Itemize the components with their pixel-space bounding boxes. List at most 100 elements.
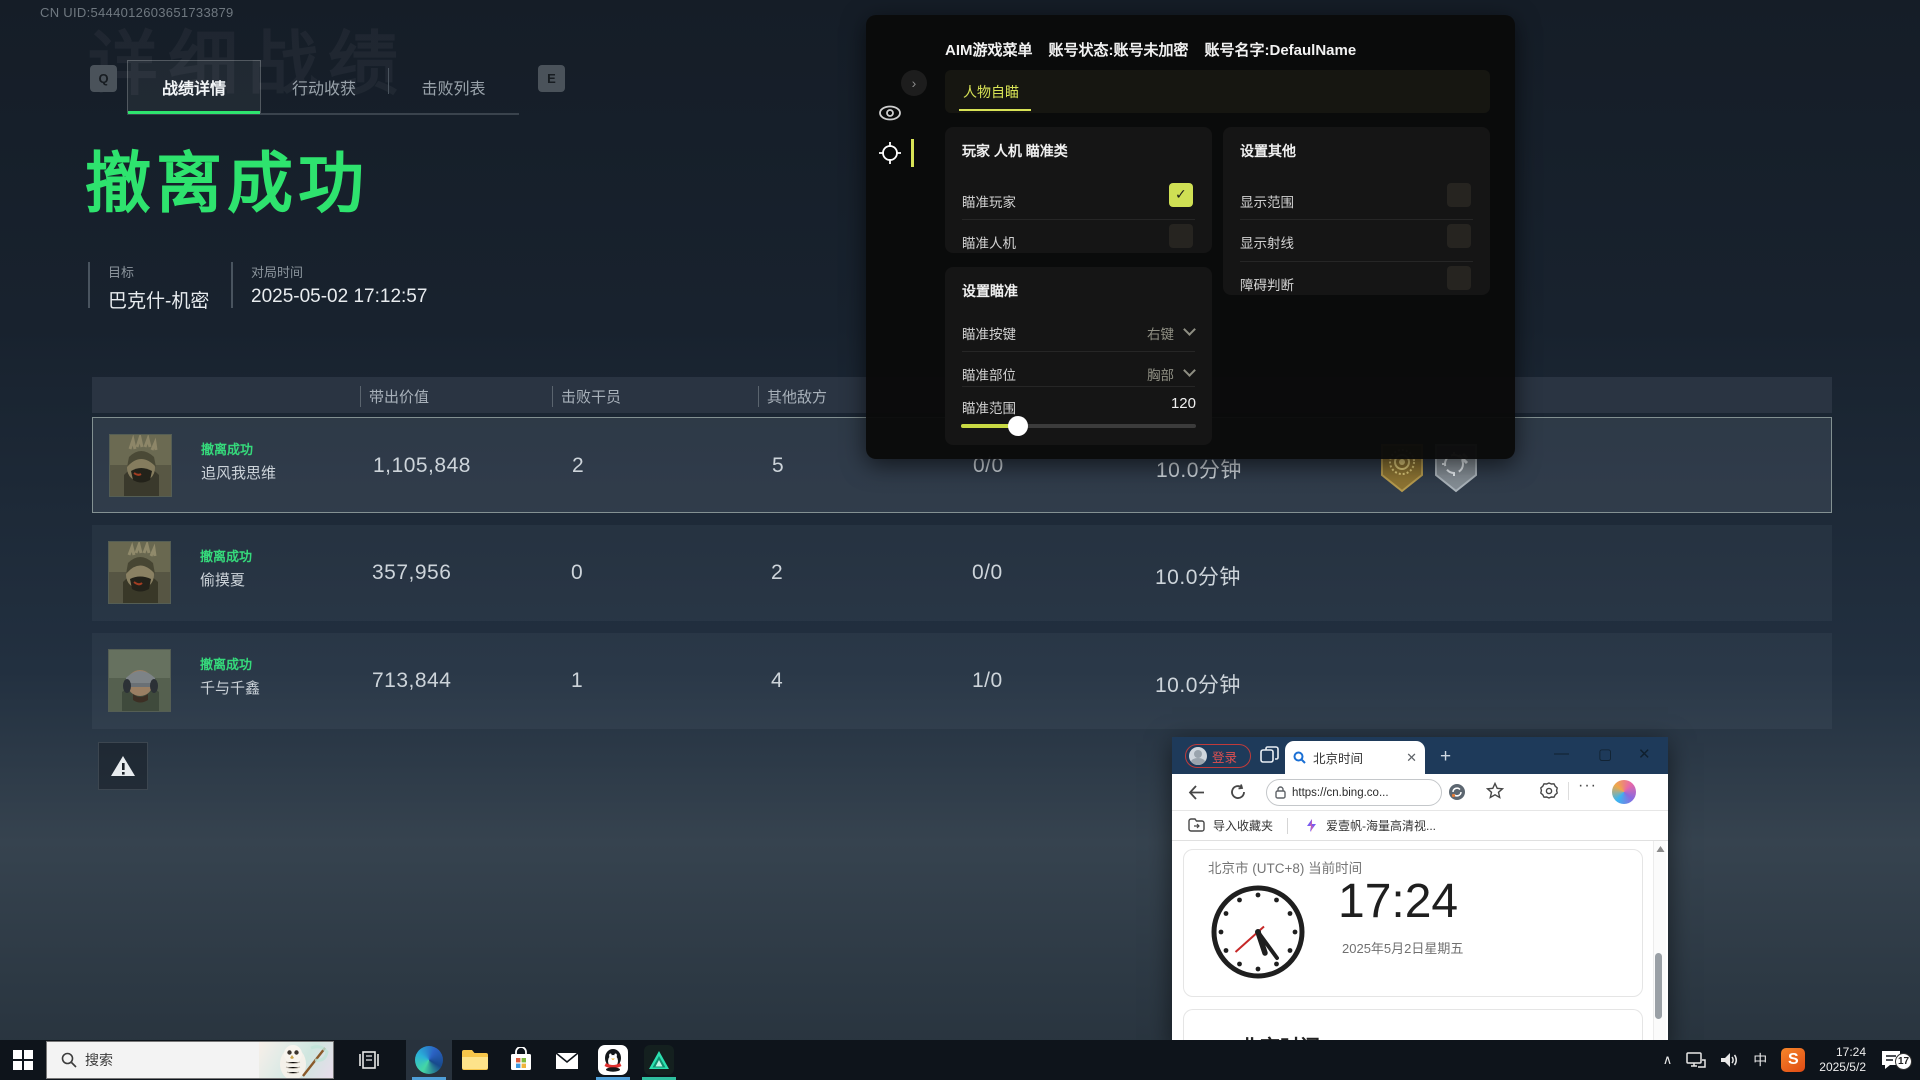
window-close-button[interactable]: ✕ (1638, 745, 1651, 763)
col-header-others: 其他敌方 (758, 386, 827, 407)
show-range-checkbox[interactable] (1447, 183, 1471, 207)
taskbar-mail-icon[interactable] (544, 1040, 590, 1080)
taskbar-search-input[interactable]: 搜索 (46, 1041, 334, 1079)
back-icon[interactable] (1188, 785, 1205, 800)
menu-tab-strip: 人物自瞄 (945, 70, 1490, 113)
obstacle-check-label: 障碍判断 (1240, 274, 1294, 294)
bing-refresh-icon[interactable] (1448, 783, 1466, 801)
time-card: 北京市 (UTC+8) 当前时间 17:24 2025年5月2日星期五 (1183, 849, 1643, 997)
workspaces-icon[interactable] (1260, 746, 1279, 765)
new-tab-button[interactable]: + (1440, 746, 1451, 768)
search-placeholder: 搜索 (85, 1050, 113, 1070)
browser-tab-bar: 登录 北京时间 ✕ + — ▢ ✕ (1172, 737, 1668, 774)
browser-toolbar: https://cn.bing.co... ··· (1172, 774, 1668, 811)
search-favicon-icon (1293, 751, 1306, 764)
tray-expand-chevron-icon[interactable]: ∧ (1663, 1052, 1673, 1068)
page-scrollbar[interactable] (1653, 841, 1666, 1045)
scroll-up-icon (1656, 845, 1665, 853)
key-hint-e: E (538, 65, 565, 92)
card-title: 设置瞄准 (962, 281, 1018, 301)
refresh-icon[interactable] (1230, 784, 1246, 800)
aimbot-crosshair-icon[interactable] (877, 140, 903, 166)
bookmarks-bar: 导入收藏夹 爱壹帆-海量高清视... (1172, 811, 1668, 841)
taskbar-deltaforce-icon[interactable] (636, 1040, 682, 1080)
bookmark-divider (1287, 818, 1288, 834)
scrollbar-thumb[interactable] (1655, 953, 1662, 1019)
aim-key-value[interactable]: 右键 (1147, 323, 1174, 343)
aim-bots-label: 瞄准人机 (962, 232, 1016, 252)
row-defeats: 1 (571, 669, 583, 693)
table-row[interactable]: 撤离成功 千与千鑫 713,844 1 4 1/0 10.0分钟 (92, 633, 1832, 729)
bookmark-site-icon (1304, 818, 1319, 833)
date-line: 2025年5月2日星期五 (1342, 938, 1463, 957)
bookmark-site[interactable]: 爱壹帆-海量高清视... (1326, 817, 1436, 834)
copilot-icon[interactable] (1612, 780, 1636, 804)
obstacle-check-checkbox[interactable] (1447, 266, 1471, 290)
aim-part-value[interactable]: 胸部 (1147, 364, 1174, 384)
card-other-settings: 设置其他 显示范围 显示射线 障碍判断 (1223, 127, 1490, 295)
slider-thumb[interactable] (1008, 416, 1028, 436)
info-divider (231, 262, 233, 308)
window-minimize-button[interactable]: — (1554, 745, 1569, 762)
favorite-star-icon[interactable] (1486, 782, 1504, 800)
match-time-label: 对局时间 (251, 262, 427, 281)
start-button[interactable] (0, 1040, 46, 1080)
avatar (109, 434, 172, 497)
row-status: 撤离成功 (201, 439, 253, 458)
chevron-down-icon (1183, 364, 1196, 377)
ime-indicator[interactable]: 中 (1753, 1050, 1767, 1070)
tab-battle-details[interactable]: 战绩详情 (127, 60, 261, 113)
table-row[interactable]: 撤离成功 偷摸夏 357,956 0 2 0/0 10.0分钟 (92, 525, 1832, 621)
row-player-name: 追风我思维 (201, 462, 276, 483)
address-bar[interactable]: https://cn.bing.co... (1266, 779, 1442, 806)
visibility-eye-icon[interactable] (877, 100, 903, 126)
avatar (108, 649, 171, 712)
menu-account-status: 账号状态:账号未加密 (1049, 42, 1189, 59)
screen: CN UID:5444012603651733879 详细战绩 Q 战绩详情 行… (0, 0, 1920, 1080)
tab-close-icon[interactable]: ✕ (1406, 750, 1417, 766)
volume-icon[interactable] (1720, 1052, 1739, 1068)
tab-defeat-list[interactable]: 击败列表 (389, 60, 518, 113)
card-aim-settings: 设置瞄准 瞄准按键 右键 瞄准部位 胸部 瞄准范围 120 (945, 267, 1212, 445)
warning-icon (98, 742, 148, 790)
show-ray-checkbox[interactable] (1447, 224, 1471, 248)
task-view-button[interactable] (346, 1040, 392, 1080)
menu-tab-aimbot[interactable]: 人物自瞄 (963, 82, 1019, 102)
row-value: 713,844 (372, 669, 451, 693)
browser-signin-button[interactable]: 登录 (1185, 744, 1251, 768)
taskbar-qq-icon[interactable] (590, 1040, 636, 1080)
aim-bots-checkbox[interactable] (1169, 224, 1193, 248)
taskbar-store-icon[interactable] (498, 1040, 544, 1080)
browser-essentials-icon[interactable] (1540, 782, 1558, 800)
sogou-tray-icon[interactable]: S (1781, 1048, 1805, 1072)
window-maximize-button[interactable]: ▢ (1598, 745, 1612, 763)
taskbar-explorer-icon[interactable] (452, 1040, 498, 1080)
tray-clock[interactable]: 17:24 2025/5/2 (1819, 1045, 1866, 1075)
tab-action-loot[interactable]: 行动收获 (261, 60, 387, 113)
goal-value: 巴克什-机密 (108, 286, 213, 313)
lock-icon (1275, 786, 1286, 799)
more-menu-icon[interactable]: ··· (1578, 777, 1597, 795)
action-center-button[interactable]: 17 (1880, 1047, 1910, 1073)
profile-avatar (1189, 747, 1207, 765)
row-value: 1,105,848 (373, 454, 471, 478)
search-daily-image[interactable] (259, 1042, 333, 1079)
taskbar-edge-icon[interactable] (406, 1040, 452, 1080)
show-range-label: 显示范围 (1240, 191, 1294, 211)
row-duration: 10.0分钟 (1155, 669, 1241, 699)
aim-players-checkbox[interactable] (1169, 183, 1193, 207)
bookmark-import[interactable]: 导入收藏夹 (1213, 817, 1273, 834)
result-title: 撤离成功 (85, 130, 369, 226)
aim-players-label: 瞄准玩家 (962, 191, 1016, 211)
network-icon[interactable] (1686, 1052, 1706, 1068)
browser-active-tab[interactable]: 北京时间 ✕ (1285, 741, 1425, 774)
aim-range-slider[interactable] (961, 424, 1196, 428)
match-time-value: 2025-05-02 17:12:57 (251, 286, 427, 308)
col-header-defeats: 击败干员 (552, 386, 621, 407)
menu-collapse-chevron-icon[interactable]: › (901, 70, 927, 96)
chevron-down-icon (1183, 323, 1196, 336)
analog-clock-icon (1208, 882, 1308, 982)
row-player-name: 偷摸夏 (200, 569, 245, 590)
tab-title: 北京时间 (1313, 748, 1399, 767)
aim-part-label: 瞄准部位 (962, 364, 1016, 384)
